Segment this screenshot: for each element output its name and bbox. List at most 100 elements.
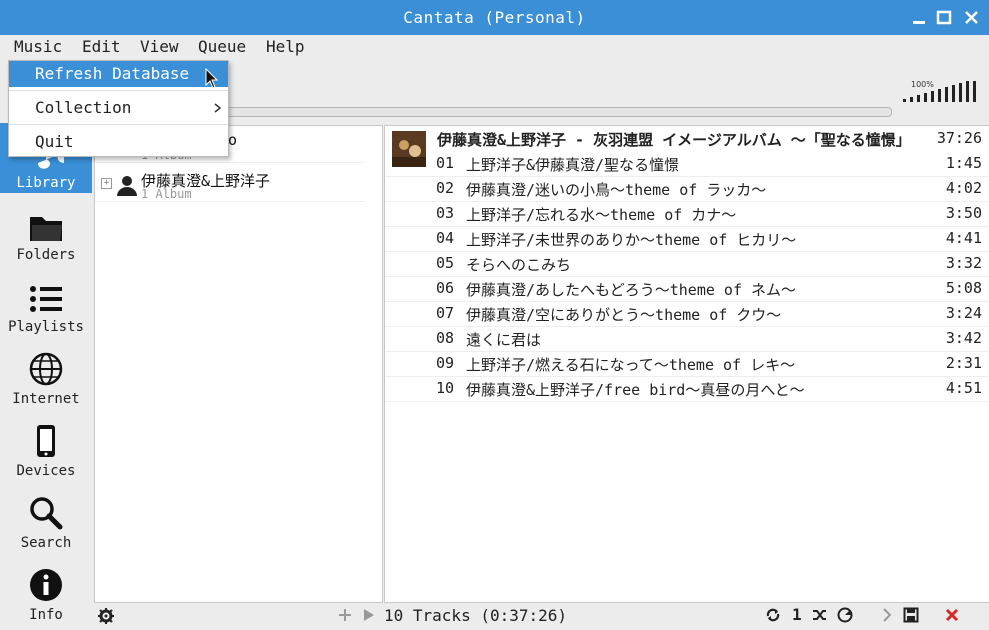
- menu-item-label: Refresh Database: [35, 64, 190, 83]
- table-row[interactable]: 02 伊藤真澄/迷いの小鳥～theme of ラッカ～ 4:02: [385, 176, 989, 202]
- track-duration: 3:24: [945, 304, 982, 322]
- music-menu: Refresh Database Collection Quit: [8, 60, 229, 157]
- chevron-right-icon: [214, 103, 222, 113]
- track-title: 上野洋子/忘れる水～theme of カナ～: [466, 206, 737, 224]
- sidebar: Library Folders Playlists Internet Devic…: [0, 123, 92, 630]
- sidebar-item-folders[interactable]: Folders: [0, 195, 92, 265]
- sidebar-item-label: Info: [29, 607, 63, 623]
- menu-music[interactable]: Music: [14, 37, 62, 56]
- album-title: 伊藤真澄&上野洋子 - 灰羽連盟 イメージアルバム ～「聖なる憧憬」: [437, 131, 911, 149]
- maximize-button[interactable]: [935, 8, 955, 28]
- add-icon[interactable]: [338, 608, 352, 622]
- search-icon: [30, 497, 63, 530]
- table-row[interactable]: 07 伊藤真澄/空にありがとう～theme of クウ～ 3:24: [385, 301, 989, 327]
- playlist-icon: [30, 286, 62, 312]
- expand-icon[interactable]: +: [101, 178, 112, 189]
- menu-item-label: Quit: [35, 132, 74, 151]
- track-number: 03: [436, 204, 455, 222]
- sidebar-item-label: Search: [20, 535, 72, 551]
- chevron-right-icon[interactable]: [880, 608, 894, 622]
- track-number: 01: [436, 154, 455, 172]
- track-number: 09: [436, 354, 455, 372]
- track-duration: 1:45: [945, 154, 982, 172]
- menu-edit[interactable]: Edit: [82, 37, 121, 56]
- track-duration: 3:42: [945, 329, 982, 347]
- table-row[interactable]: 06 伊藤真澄/あしたへもどろう～theme of ネム～ 5:08: [385, 276, 989, 302]
- menu-queue[interactable]: Queue: [198, 37, 246, 56]
- menu-item-quit[interactable]: Quit: [9, 129, 228, 155]
- seek-slider[interactable]: [225, 107, 892, 117]
- table-row[interactable]: 05 そらへのこみち 3:32: [385, 251, 989, 277]
- track-duration: 4:41: [945, 229, 982, 247]
- menu-view[interactable]: View: [140, 37, 179, 56]
- library-pane: ro 1 Album + 伊藤真澄&上野洋子 1 Album: [94, 125, 383, 603]
- track-duration: 4:02: [945, 179, 982, 197]
- artist-avatar-icon: [117, 176, 137, 196]
- list-item[interactable]: + 伊藤真澄&上野洋子 1 Album: [95, 167, 365, 202]
- track-duration: 2:31: [945, 354, 982, 372]
- table-row[interactable]: 04 上野洋子/未世界のありか～theme of ヒカリ～ 4:41: [385, 226, 989, 252]
- sidebar-item-label: Library: [16, 175, 76, 191]
- sidebar-item-label: Folders: [16, 247, 76, 263]
- track-title: 伊藤真澄/空にありがとう～theme of クウ～: [466, 306, 782, 324]
- track-title: 遠くに君は: [466, 331, 542, 349]
- track-title: そらへのこみち: [466, 256, 572, 274]
- device-icon: [37, 425, 55, 457]
- volume-control[interactable]: 100%: [903, 80, 983, 104]
- mouse-cursor-icon: [205, 68, 219, 89]
- track-title: 伊藤真澄&上野洋子/free bird～真昼の月へと～: [466, 381, 805, 399]
- queue-summary: 10 Tracks (0:37:26): [384, 606, 568, 625]
- menu-bar: Music Edit View Queue Help: [0, 35, 989, 61]
- track-duration: 4:51: [945, 379, 982, 397]
- artist-album-count: 1 Album: [141, 187, 192, 201]
- clear-queue-icon[interactable]: [945, 608, 959, 622]
- table-row[interactable]: 01 上野洋子&伊藤真澄/聖なる憧憬 1:45: [385, 151, 989, 177]
- sidebar-item-search[interactable]: Search: [0, 483, 92, 553]
- menu-item-collection[interactable]: Collection: [9, 95, 228, 121]
- album-duration: 37:26: [936, 129, 982, 147]
- menu-separator: [9, 90, 228, 91]
- sidebar-item-internet[interactable]: Internet: [0, 339, 92, 409]
- track-number: 08: [436, 329, 455, 347]
- status-bar: 10 Tracks (0:37:26) 1: [92, 602, 989, 630]
- menu-item-refresh-database[interactable]: Refresh Database: [9, 61, 228, 87]
- track-duration: 5:08: [945, 279, 982, 297]
- table-row[interactable]: 08 遠くに君は 3:42: [385, 326, 989, 352]
- repeat-icon[interactable]: [765, 607, 781, 623]
- window-title: Cantata (Personal): [403, 8, 586, 27]
- track-number: 04: [436, 229, 455, 247]
- table-row[interactable]: 03 上野洋子/忘れる水～theme of カナ～ 3:50: [385, 201, 989, 227]
- sidebar-item-playlists[interactable]: Playlists: [0, 267, 92, 337]
- save-icon[interactable]: [903, 607, 919, 623]
- menu-help[interactable]: Help: [266, 37, 305, 56]
- play-icon[interactable]: [362, 608, 376, 622]
- close-button[interactable]: [962, 8, 982, 28]
- album-header[interactable]: 伊藤真澄&上野洋子 - 灰羽連盟 イメージアルバム ～「聖なる憧憬」 37:26: [385, 126, 989, 167]
- minimize-button[interactable]: [910, 8, 930, 28]
- sidebar-item-devices[interactable]: Devices: [0, 411, 92, 481]
- track-number: 05: [436, 254, 455, 272]
- track-number: 02: [436, 179, 455, 197]
- track-number: 10: [436, 379, 455, 397]
- table-row[interactable]: 10 伊藤真澄&上野洋子/free bird～真昼の月へと～ 4:51: [385, 376, 989, 402]
- table-row[interactable]: 09 上野洋子/燃える石になって～theme of レキ～ 2:31: [385, 351, 989, 377]
- track-title: 伊藤真澄/あしたへもどろう～theme of ネム～: [466, 281, 797, 299]
- menu-item-label: Collection: [35, 98, 132, 117]
- sidebar-item-label: Playlists: [8, 319, 84, 335]
- sidebar-item-label: Devices: [16, 463, 76, 479]
- track-title: 伊藤真澄/迷いの小鳥～theme of ラッカ～: [466, 181, 767, 199]
- single-mode-label[interactable]: 1: [792, 605, 802, 624]
- info-icon: [30, 569, 62, 601]
- volume-bars-icon: [903, 81, 976, 102]
- folder-icon: [30, 217, 62, 241]
- play-queue: 伊藤真澄&上野洋子 - 灰羽連盟 イメージアルバム ～「聖なる憧憬」 37:26…: [384, 125, 989, 603]
- consume-icon[interactable]: [837, 607, 853, 623]
- track-title: 上野洋子/未世界のありか～theme of ヒカリ～: [466, 231, 797, 249]
- shuffle-icon[interactable]: [812, 607, 828, 623]
- title-bar: Cantata (Personal): [0, 0, 989, 35]
- track-title: 上野洋子&伊藤真澄/聖なる憧憬: [466, 156, 680, 174]
- sidebar-item-label: Internet: [12, 391, 80, 407]
- sidebar-item-info[interactable]: Info: [0, 555, 92, 625]
- menu-separator: [9, 124, 228, 125]
- settings-gear-icon[interactable]: [98, 608, 114, 624]
